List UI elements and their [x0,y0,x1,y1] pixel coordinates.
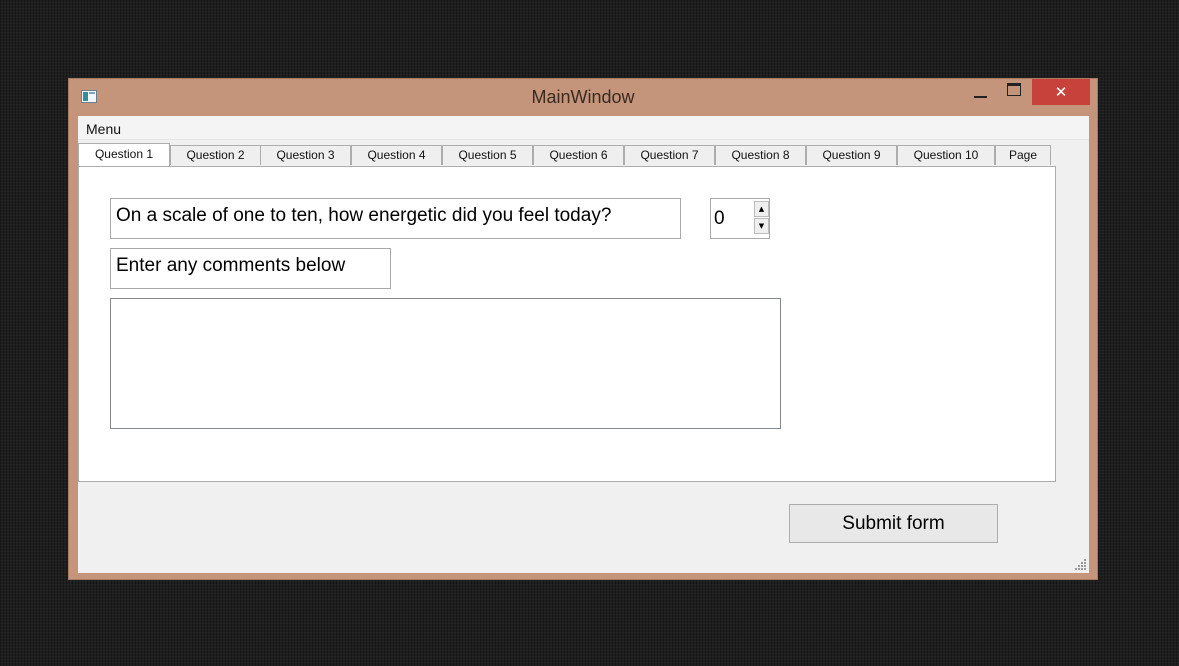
tab-question-9[interactable]: Question 9 [806,145,897,165]
spin-down-button[interactable]: ▼ [754,218,769,234]
tab-bar: Question 1 Question 2 Question 3 Questio… [78,143,1089,166]
tab-question-1[interactable]: Question 1 [78,143,170,166]
tab-question-2[interactable]: Question 2 [170,145,261,165]
maximize-icon [1007,82,1021,96]
menu-bar: Menu [78,116,1089,140]
tab-question-8[interactable]: Question 8 [715,145,806,165]
close-button[interactable]: ✕ [1032,79,1090,105]
tab-question-10[interactable]: Question 10 [897,145,995,165]
tab-question-4[interactable]: Question 4 [351,145,442,165]
minimize-icon [973,96,987,98]
tab-question-6[interactable]: Question 6 [533,145,624,165]
tab-page[interactable]: Page [995,145,1051,165]
resize-grip-icon[interactable] [1075,559,1087,571]
comments-textarea[interactable] [110,298,781,429]
menu-item-menu[interactable]: Menu [86,121,121,137]
arrow-down-icon: ▼ [758,222,765,230]
spin-up-button[interactable]: ▲ [754,201,769,217]
client-area: Menu Question 1 Question 2 Question 3 Qu… [78,116,1089,573]
tab-panel: On a scale of one to ten, how energetic … [78,166,1056,482]
arrow-up-icon: ▲ [758,205,765,213]
close-icon: ✕ [1054,83,1068,101]
main-window: MainWindow ✕ Menu Question 1 Question 2 … [68,78,1098,580]
tab-question-5[interactable]: Question 5 [442,145,533,165]
window-title: MainWindow [531,87,635,107]
spinbox-value: 0 [714,208,725,229]
tab-question-3[interactable]: Question 3 [260,145,351,165]
minimize-button[interactable] [967,79,993,105]
maximize-button[interactable] [1001,79,1027,105]
tab-question-7[interactable]: Question 7 [624,145,715,165]
submit-form-button[interactable]: Submit form [789,504,998,543]
comments-label: Enter any comments below [110,248,391,289]
rating-spinbox[interactable]: 0 ▲ ▼ [710,198,770,239]
title-bar[interactable]: MainWindow ✕ [69,79,1097,116]
question-label: On a scale of one to ten, how energetic … [110,198,681,239]
